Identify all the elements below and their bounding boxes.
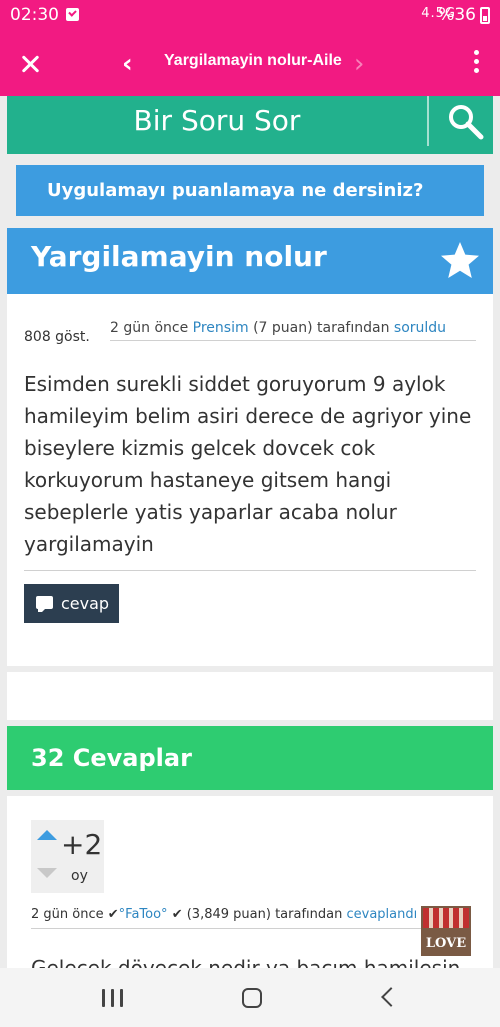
question-header: Yargilamayin nolur xyxy=(7,228,493,294)
answers-count-header: 32 Cevaplar xyxy=(7,726,493,790)
question-title: Yargilamayin nolur xyxy=(31,240,327,273)
avatar-text: LOVE xyxy=(425,936,467,951)
verified-icon: ✔ xyxy=(171,907,183,922)
ask-question-bar[interactable]: Bir Soru Sor xyxy=(7,96,493,154)
meta-by: tarafından xyxy=(275,907,343,922)
nav-back-icon[interactable] xyxy=(381,987,401,1007)
notification-icon xyxy=(66,8,79,21)
vote-unit: oy xyxy=(71,868,88,884)
app-title: Yargilamayin nolur-Aile xyxy=(164,52,342,69)
ask-question-button[interactable]: Bir Soru Sor xyxy=(7,96,427,154)
vote-down-icon[interactable] xyxy=(37,868,57,878)
question-time: 2 gün önce xyxy=(110,320,189,336)
answer-time: 2 gün önce xyxy=(31,907,104,922)
rate-app-banner[interactable]: Uygulamayı puanlamaya ne dersiniz? xyxy=(16,165,484,216)
home-icon[interactable] xyxy=(242,988,262,1008)
answer-action-link[interactable]: cevaplandı xyxy=(346,907,417,922)
recents-icon[interactable] xyxy=(102,989,124,1007)
star-icon[interactable] xyxy=(439,239,481,281)
verified-icon: ✔ xyxy=(107,907,119,922)
question-body: Esimden surekli siddet goruyorum 9 aylok… xyxy=(24,372,472,556)
answer-body: Gelecek dövecek nedir ya bacım hamilesin xyxy=(31,956,461,968)
question-author-points: (7 puan) xyxy=(253,320,313,336)
question-meta: 2 gün önce Prensim (7 puan) tarafından s… xyxy=(110,320,476,341)
app-bar: ‹ Yargilamayin nolur-Aile › xyxy=(0,32,500,96)
vote-up-icon[interactable] xyxy=(37,830,57,840)
answer-meta: 2 gün önce ✔°FaToo° ✔ (3,849 puan) taraf… xyxy=(31,907,443,929)
more-vert-icon[interactable] xyxy=(472,50,480,78)
system-nav-bar xyxy=(0,968,500,1027)
status-bar: 02:30 4.5G %36 xyxy=(0,0,500,32)
answer-button[interactable]: cevap xyxy=(24,584,119,623)
answer-author-points: (3,849 puan) xyxy=(186,907,271,922)
answer-card: +2 oy 2 gün önce ✔°FaToo° ✔ (3,849 puan)… xyxy=(7,796,493,968)
vote-box: +2 oy xyxy=(31,820,104,893)
question-author-link[interactable]: Prensim xyxy=(193,320,249,336)
close-icon[interactable] xyxy=(14,48,46,80)
question-card: Yargilamayin nolur 808 göst. 2 gün önce … xyxy=(7,228,493,666)
comment-icon xyxy=(36,596,53,612)
battery-icon xyxy=(480,7,490,24)
meta-by: tarafından xyxy=(317,320,390,336)
answer-author-link[interactable]: °FaToo° xyxy=(119,907,168,922)
battery-level: %36 xyxy=(438,5,476,25)
forward-icon[interactable]: › xyxy=(354,48,378,80)
back-icon[interactable]: ‹ xyxy=(122,48,150,80)
divider xyxy=(427,96,429,146)
answer-button-label: cevap xyxy=(61,594,110,613)
view-count: 808 göst. xyxy=(24,329,90,345)
vote-score: +2 xyxy=(61,828,103,861)
search-icon[interactable] xyxy=(445,102,485,142)
spacer-panel xyxy=(7,672,493,720)
avatar-pattern xyxy=(423,908,469,928)
question-action-link[interactable]: soruldu xyxy=(394,320,446,336)
status-time: 02:30 xyxy=(10,5,59,25)
avatar[interactable]: LOVE xyxy=(421,906,471,956)
divider xyxy=(24,570,476,571)
